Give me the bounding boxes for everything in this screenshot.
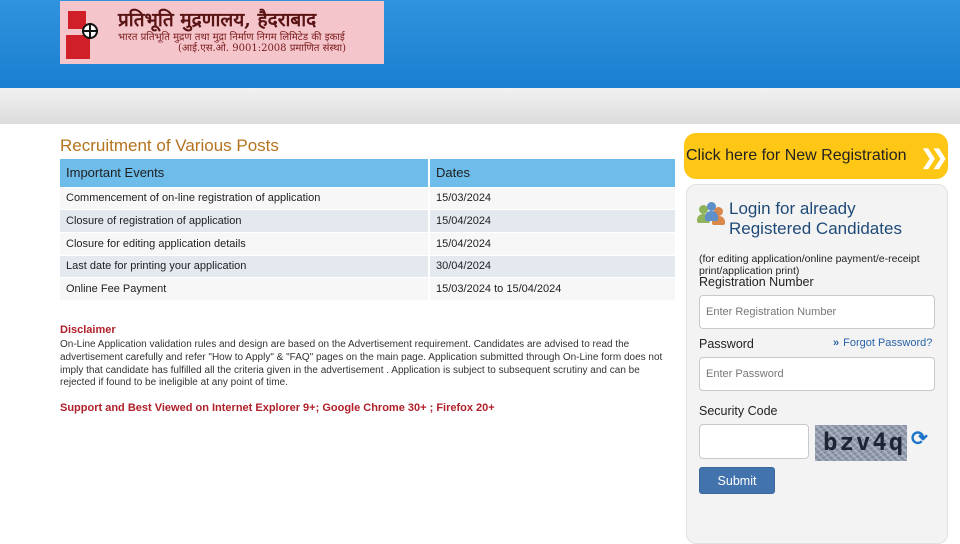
event-cell: Online Fee Payment bbox=[60, 277, 430, 301]
logo-mark-icon bbox=[64, 5, 114, 61]
logo-text: प्रतिभूति मुद्रणालय, हैदराबाद भारत प्रति… bbox=[118, 9, 347, 55]
date-cell: 15/04/2024 bbox=[429, 231, 677, 256]
table-row: Last date for printing your application … bbox=[60, 254, 677, 278]
captcha-text: bzv4q bbox=[823, 428, 906, 456]
organization-logo[interactable]: प्रतिभूति मुद्रणालय, हैदराबाद भारत प्रति… bbox=[60, 1, 384, 64]
event-cell: Closure of registration of application bbox=[60, 209, 430, 233]
event-cell: Commencement of on-line registration of … bbox=[60, 186, 430, 210]
submit-button[interactable]: Submit bbox=[699, 467, 775, 494]
navigation-bar bbox=[0, 88, 960, 124]
forgot-password-label: Forgot Password? bbox=[843, 337, 933, 349]
users-icon bbox=[697, 201, 725, 227]
refresh-icon[interactable]: ⟳ bbox=[911, 426, 928, 451]
logo-subtitle: भारत प्रतिभूति मुद्रण तथा मुद्रा निर्माण… bbox=[118, 31, 345, 43]
password-label: Password bbox=[699, 337, 754, 351]
header-bar: प्रतिभूति मुद्रणालय, हैदराबाद भारत प्रति… bbox=[0, 0, 960, 88]
double-chevron-icon: » bbox=[833, 337, 840, 349]
security-code-input[interactable] bbox=[699, 424, 809, 459]
login-title-line1: Login for already bbox=[729, 199, 856, 218]
disclaimer-text: On-Line Application validation rules and… bbox=[60, 339, 663, 389]
login-note: (for editing application/online payment/… bbox=[699, 253, 920, 277]
security-code-label: Security Code bbox=[699, 404, 778, 418]
forgot-password-link[interactable]: » Forgot Password? bbox=[833, 337, 932, 349]
registration-number-input[interactable] bbox=[699, 295, 935, 329]
event-cell: Last date for printing your application bbox=[60, 254, 430, 278]
important-events-table: Important Events Dates Commencement of o… bbox=[60, 159, 677, 301]
logo-title: प्रतिभूति मुद्रणालय, हैदराबाद bbox=[118, 9, 317, 32]
table-row: Commencement of on-line registration of … bbox=[60, 186, 677, 210]
new-registration-label: Click here for New Registration bbox=[686, 147, 907, 164]
table-row: Closure of registration of application 1… bbox=[60, 209, 677, 233]
table-row: Closure for editing application details … bbox=[60, 231, 677, 256]
logo-iso: (आई.एस.ओ. 9001:2008 प्रमाणित संस्था) bbox=[178, 43, 347, 55]
date-cell: 15/03/2024 bbox=[429, 186, 677, 210]
table-row: Online Fee Payment 15/03/2024 to 15/04/2… bbox=[60, 277, 677, 301]
table-header-row: Important Events Dates bbox=[60, 159, 677, 187]
event-cell: Closure for editing application details bbox=[60, 231, 430, 256]
disclaimer-heading: Disclaimer bbox=[60, 324, 116, 336]
browser-support-notice: Support and Best Viewed on Internet Expl… bbox=[60, 402, 495, 414]
login-header: Login for already Registered Candidates bbox=[697, 199, 902, 239]
login-title: Login for already Registered Candidates bbox=[729, 199, 902, 239]
column-header-events: Important Events bbox=[60, 159, 430, 187]
column-header-dates: Dates bbox=[429, 159, 677, 187]
double-chevron-icon: ❯❯ bbox=[920, 147, 947, 169]
date-cell: 15/04/2024 bbox=[429, 209, 677, 233]
login-title-line2: Registered Candidates bbox=[729, 219, 902, 238]
login-panel: Login for already Registered Candidates … bbox=[686, 184, 948, 544]
date-cell: 30/04/2024 bbox=[429, 254, 677, 278]
registration-number-label: Registration Number bbox=[699, 275, 814, 289]
date-cell: 15/03/2024 to 15/04/2024 bbox=[429, 277, 677, 301]
new-registration-button[interactable]: Click here for New Registration ❯❯ bbox=[684, 133, 948, 179]
password-input[interactable] bbox=[699, 357, 935, 391]
page-title: Recruitment of Various Posts bbox=[60, 136, 279, 155]
captcha-image: bzv4q bbox=[815, 425, 907, 461]
